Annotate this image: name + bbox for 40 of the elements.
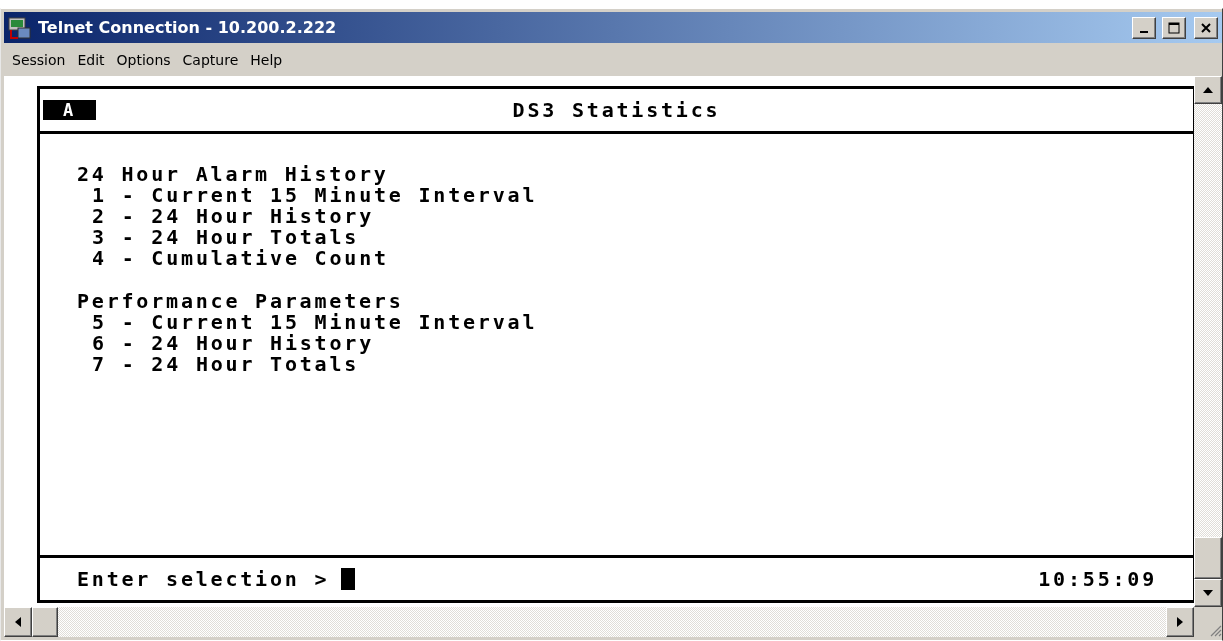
menu-option: 5 - Current 15 Minute Interval bbox=[77, 312, 1193, 333]
section-heading: 24 Hour Alarm History bbox=[77, 164, 390, 185]
text-cursor bbox=[341, 568, 356, 590]
section-heading: Performance Parameters bbox=[77, 291, 405, 312]
maximize-button[interactable] bbox=[1162, 16, 1186, 39]
scroll-left-button[interactable] bbox=[4, 607, 32, 637]
clock-time: 10:55:09 bbox=[1038, 567, 1157, 591]
horizontal-scrollbar[interactable] bbox=[4, 607, 1222, 637]
terminal-computer-icon bbox=[8, 15, 32, 40]
up-triangle-icon bbox=[1203, 87, 1213, 93]
menu-option: 7 - 24 Hour Totals bbox=[77, 354, 1193, 375]
right-triangle-icon bbox=[1177, 617, 1183, 627]
menu-option: 3 - 24 Hour Totals bbox=[77, 227, 1193, 248]
screen-title: DS3 Statistics bbox=[512, 98, 721, 122]
menu-option: 6 - 24 Hour History bbox=[77, 333, 1193, 354]
menu-item[interactable]: Capture bbox=[176, 51, 245, 68]
menu-option: 1 - Current 15 Minute Interval bbox=[77, 185, 1193, 206]
resize-grip-icon[interactable] bbox=[1210, 625, 1222, 637]
scroll-thumb[interactable] bbox=[32, 607, 58, 637]
window-title: Telnet Connection - 10.200.2.222 bbox=[38, 18, 338, 37]
menu-option: 4 - Cumulative Count bbox=[77, 248, 1193, 269]
menu-item[interactable]: Help bbox=[244, 51, 289, 68]
menu-item[interactable]: Options bbox=[110, 51, 177, 68]
vertical-scrollbar[interactable] bbox=[1194, 76, 1222, 607]
maximize-icon bbox=[1168, 21, 1180, 34]
minimize-button[interactable] bbox=[1132, 16, 1156, 39]
menu-item[interactable]: Edit bbox=[71, 51, 111, 68]
scroll-up-button[interactable] bbox=[1194, 76, 1222, 104]
menu-option: 2 - 24 Hour History bbox=[77, 206, 1193, 227]
down-triangle-icon bbox=[1203, 590, 1213, 596]
left-triangle-icon bbox=[15, 617, 21, 627]
close-button[interactable] bbox=[1194, 16, 1218, 39]
close-icon bbox=[1200, 21, 1212, 34]
minimize-icon bbox=[1140, 30, 1148, 33]
scroll-right-button[interactable] bbox=[1166, 607, 1194, 637]
scroll-thumb[interactable] bbox=[1194, 537, 1222, 579]
prompt-text: Enter selection > bbox=[77, 567, 330, 591]
session-badge: A bbox=[43, 100, 97, 120]
menu-item[interactable]: Session bbox=[6, 51, 72, 68]
scroll-down-button[interactable] bbox=[1194, 579, 1222, 607]
